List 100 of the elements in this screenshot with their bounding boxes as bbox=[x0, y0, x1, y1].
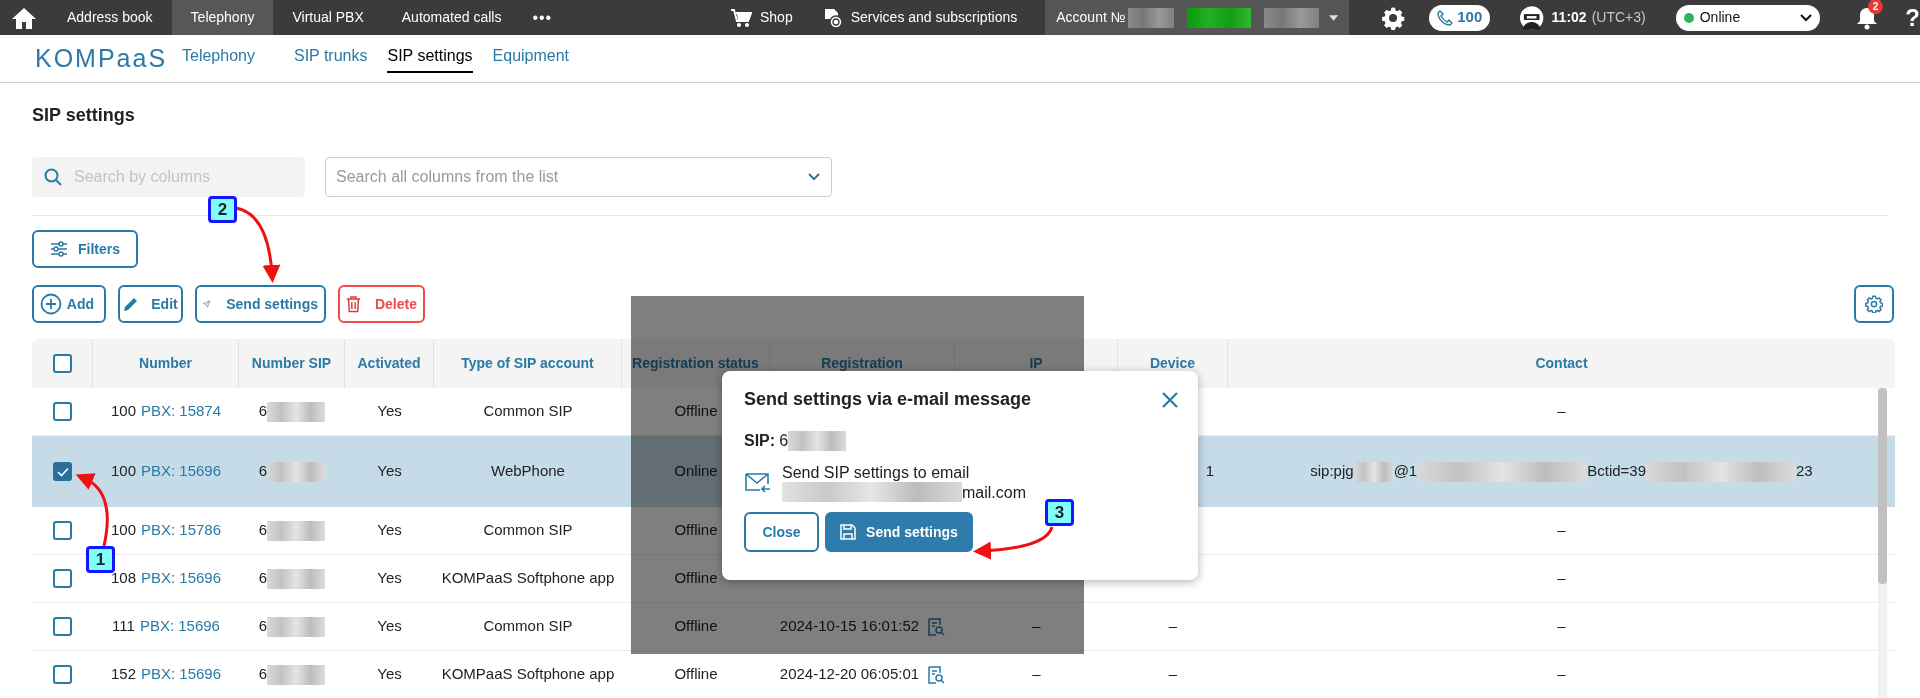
shop-button[interactable]: Shop bbox=[730, 0, 793, 35]
column-header[interactable]: IP bbox=[1029, 353, 1043, 374]
table-cell-text: Offline bbox=[674, 520, 718, 541]
nav-link[interactable]: SIP trunks bbox=[293, 44, 368, 73]
column-filter-dropdown[interactable]: Search all columns from the list bbox=[325, 157, 832, 197]
table-cell-text: – bbox=[1557, 401, 1566, 422]
top-menu-tab[interactable]: Automated calls bbox=[382, 0, 521, 35]
close-button[interactable]: Close bbox=[744, 512, 819, 552]
nav-link[interactable]: Equipment bbox=[492, 44, 570, 73]
contact-text: sip:pjg bbox=[1310, 461, 1354, 482]
chevron-down-icon bbox=[1800, 13, 1813, 22]
column-header[interactable]: Contact bbox=[1535, 353, 1588, 374]
table-settings-button[interactable] bbox=[1854, 285, 1894, 323]
nav-link[interactable]: SIP settings bbox=[387, 44, 473, 73]
pbx-link[interactable]: PBX: 15696 bbox=[141, 567, 222, 590]
checkbox[interactable] bbox=[53, 462, 72, 481]
blurred-block bbox=[267, 520, 326, 541]
pbx-link[interactable]: PBX: 15874 bbox=[141, 400, 222, 423]
document-search-icon[interactable] bbox=[927, 617, 946, 636]
table-cell-text: – bbox=[1032, 664, 1041, 685]
step-number-badge: 2 bbox=[208, 196, 237, 223]
settings-icon[interactable] bbox=[1381, 5, 1406, 30]
delete-button[interactable]: Delete bbox=[338, 285, 425, 323]
blurred-block bbox=[267, 461, 326, 482]
filters-button[interactable]: Filters bbox=[32, 230, 138, 268]
column-header[interactable]: Activated bbox=[357, 353, 421, 374]
column-header[interactable]: Device bbox=[1149, 353, 1196, 374]
table-cell-text: Common SIP bbox=[483, 520, 573, 541]
checkbox[interactable] bbox=[53, 402, 72, 421]
table-cell-text: 100 bbox=[110, 461, 136, 482]
document-search-icon[interactable] bbox=[927, 665, 946, 684]
table-cell-text: – bbox=[1557, 616, 1566, 637]
table-cell-text: 100 bbox=[110, 520, 136, 541]
table-cell-text: – bbox=[1557, 664, 1566, 685]
services-button[interactable]: Services and subscriptions bbox=[822, 0, 1018, 35]
contact-text: Bctid=39 bbox=[1587, 461, 1646, 482]
close-icon[interactable] bbox=[1160, 389, 1180, 410]
pbx-link[interactable]: PBX: 15696 bbox=[141, 663, 222, 686]
table-cell-text: Yes bbox=[377, 401, 402, 422]
send-settings-button[interactable]: Send settings bbox=[825, 512, 973, 552]
caret-icon bbox=[1329, 14, 1339, 21]
account-selector[interactable]: Account № bbox=[1045, 0, 1350, 35]
table-cell-text: Yes bbox=[377, 461, 402, 482]
nav-link[interactable]: Telephony bbox=[182, 44, 255, 73]
pencil-icon bbox=[123, 296, 140, 312]
pbx-link[interactable]: PBX: 15696 bbox=[141, 460, 222, 483]
save-icon bbox=[840, 524, 857, 540]
more-button[interactable]: ••• bbox=[520, 5, 565, 30]
mail-icon bbox=[744, 470, 772, 495]
table-cell-text: Offline bbox=[674, 568, 718, 589]
email-text: mail.com bbox=[962, 482, 1026, 502]
checkbox[interactable] bbox=[53, 617, 72, 636]
step-number-badge: 3 bbox=[1045, 499, 1074, 526]
blurred-block bbox=[267, 401, 326, 422]
pbx-link[interactable]: PBX: 15696 bbox=[139, 615, 220, 638]
table-cell-text: 152 bbox=[110, 664, 136, 685]
top-menu-tab[interactable]: Virtual PBX bbox=[273, 0, 383, 35]
table-cell-text: – bbox=[1557, 568, 1566, 589]
checkbox[interactable] bbox=[53, 665, 72, 684]
status-select[interactable]: Online bbox=[1675, 4, 1821, 31]
table-cell-text: 6 bbox=[258, 568, 268, 589]
notification-count-badge: 2 bbox=[1868, 0, 1884, 14]
table-cell-text: 2024-12-20 06:05:01 bbox=[779, 664, 920, 685]
phone-count-pill[interactable]: 100 bbox=[1429, 4, 1491, 31]
table-cell-text: 2024-10-15 16:01:52 bbox=[779, 616, 920, 637]
blurred-block bbox=[1127, 7, 1174, 28]
step-number-badge: 1 bbox=[86, 546, 115, 573]
blurred-block bbox=[1264, 7, 1320, 28]
edit-button[interactable]: Edit bbox=[118, 285, 183, 323]
blurred-block bbox=[788, 431, 847, 451]
chevron-down-icon bbox=[808, 173, 820, 181]
table-cell-text: – bbox=[1557, 520, 1566, 541]
checkbox[interactable] bbox=[52, 354, 72, 373]
scrollbar-thumb[interactable] bbox=[1878, 388, 1887, 584]
pbx-link[interactable]: PBX: 15786 bbox=[141, 519, 222, 542]
column-header[interactable]: Number bbox=[139, 353, 192, 374]
checkbox[interactable] bbox=[53, 569, 72, 588]
table-cell-text: Yes bbox=[377, 520, 402, 541]
table-cell-text: Yes bbox=[377, 616, 402, 637]
help-button[interactable]: ? bbox=[1905, 0, 1920, 36]
cart-icon bbox=[730, 7, 752, 28]
table-cell-text: Yes bbox=[377, 664, 402, 685]
column-header[interactable]: Registration bbox=[821, 353, 903, 374]
phone-icon bbox=[1437, 9, 1454, 26]
contact-text: @1 bbox=[1393, 461, 1418, 482]
top-menu-tab[interactable]: Telephony bbox=[171, 0, 274, 35]
table-cell-text: WebPhone bbox=[491, 461, 565, 482]
blurred-block bbox=[1186, 7, 1251, 28]
add-button[interactable]: Add bbox=[32, 285, 106, 323]
column-header[interactable]: Registration status bbox=[632, 353, 759, 374]
contact-text: 23 bbox=[1796, 461, 1813, 482]
dialog-title: Send settings via e-mail message bbox=[744, 388, 1032, 411]
column-header[interactable]: Type of SIP account bbox=[461, 353, 594, 374]
sliders-icon bbox=[50, 241, 68, 257]
column-header[interactable]: Number SIP bbox=[251, 353, 332, 374]
send-button[interactable]: Send settings bbox=[195, 285, 326, 323]
table-cell-text: KOMPaaS Softphone app bbox=[441, 664, 615, 685]
top-menu-tab[interactable]: Address book bbox=[48, 0, 172, 35]
scrollbar[interactable] bbox=[1878, 388, 1887, 698]
checkbox[interactable] bbox=[53, 521, 72, 540]
